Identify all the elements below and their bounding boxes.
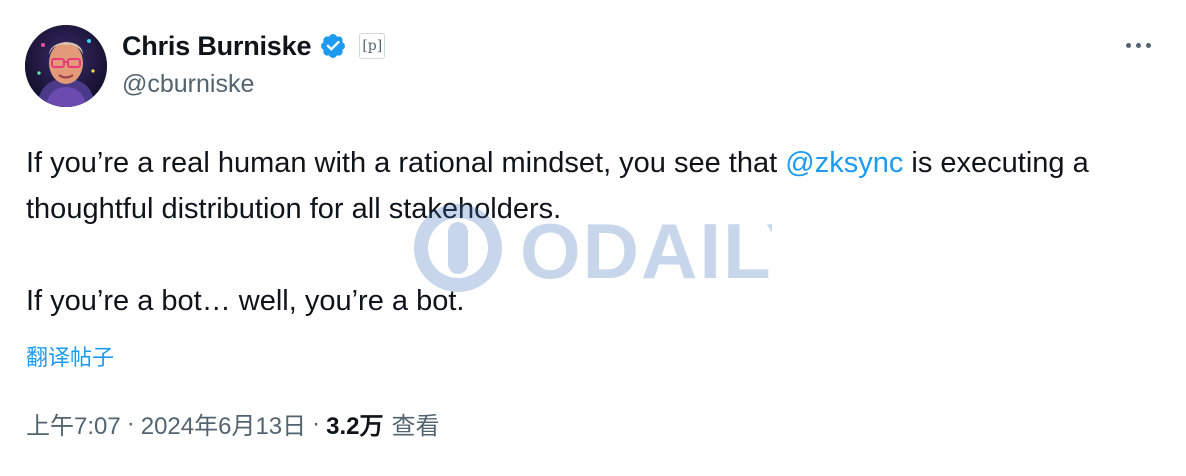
mention-link[interactable]: @zksync bbox=[785, 147, 903, 179]
views-label[interactable]: 查看 bbox=[392, 406, 440, 441]
more-dot bbox=[1135, 42, 1141, 48]
translate-post-link[interactable]: 翻译帖子 bbox=[26, 340, 114, 372]
author-display-name[interactable]: Chris Burniske bbox=[122, 31, 311, 62]
views-count[interactable]: 3.2万 bbox=[326, 406, 383, 441]
more-horizontal-icon bbox=[1125, 42, 1131, 48]
tweet-paragraph-2: If you’re a bot… well, you’re a bot. bbox=[26, 285, 465, 317]
more-options-button[interactable] bbox=[1118, 30, 1158, 60]
verified-badge-icon[interactable] bbox=[319, 32, 347, 60]
tweet-meta: 上午7:07 · 2024年6月13日 · 3.2万 查看 bbox=[26, 406, 440, 441]
tweet-time[interactable]: 上午7:07 bbox=[26, 406, 121, 441]
avatar[interactable] bbox=[25, 25, 107, 107]
author-handle[interactable]: @cburniske bbox=[122, 70, 254, 99]
tweet-card: Chris Burniske [p] @cburniske If you’re … bbox=[0, 0, 1186, 476]
tweet-date[interactable]: 2024年6月13日 bbox=[141, 406, 306, 441]
author-name-row: Chris Burniske [p] bbox=[122, 28, 386, 64]
tweet-paragraph-1: If you’re a real human with a rational m… bbox=[26, 140, 1146, 232]
meta-separator: · bbox=[126, 409, 135, 437]
tweet-text: If you’re a real human with a rational m… bbox=[26, 140, 1146, 324]
affiliate-badge[interactable]: [p] bbox=[359, 33, 386, 59]
more-dot bbox=[1145, 42, 1151, 48]
meta-separator: · bbox=[312, 409, 321, 437]
tweet-text-part: If you’re a real human with a rational m… bbox=[26, 147, 786, 179]
